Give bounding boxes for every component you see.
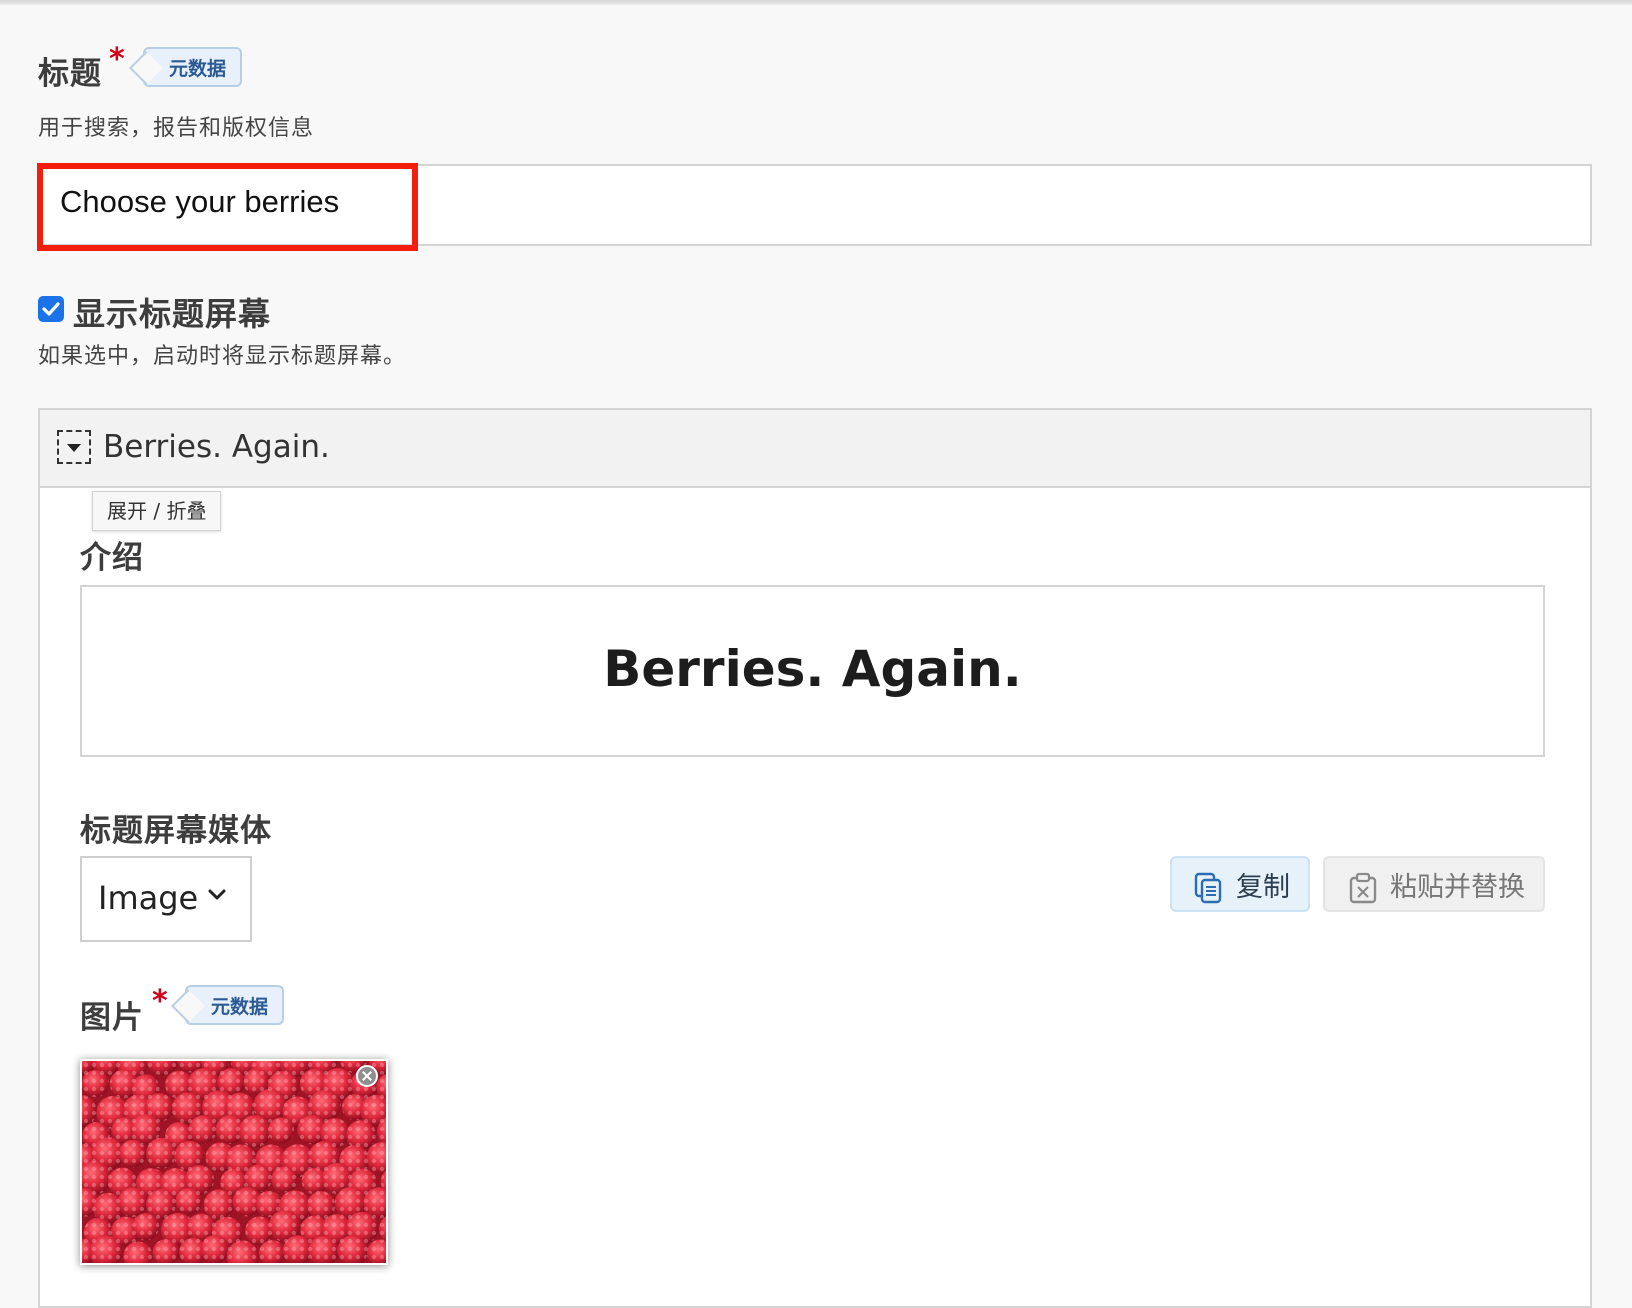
- image-field-label: 图片: [80, 1000, 144, 1036]
- show-title-screen-checkbox[interactable]: [38, 296, 64, 322]
- title-metadata-button[interactable]: 元数据: [143, 47, 243, 87]
- image-metadata-button[interactable]: 元数据: [185, 985, 285, 1025]
- expand-collapse-toggle-icon[interactable]: [57, 430, 91, 464]
- title-required-mark: *: [109, 42, 125, 77]
- highlight-annotation-box: [37, 163, 418, 251]
- intro-content[interactable]: Berries. Again.: [80, 640, 1545, 698]
- raspberries-photo: [82, 1061, 386, 1263]
- raspberries-image-thumbnail[interactable]: [80, 1059, 388, 1265]
- copy-button-label[interactable]: 复制: [1236, 865, 1290, 904]
- panel-header-title[interactable]: Berries. Again.: [103, 429, 330, 465]
- media-type-selected-value[interactable]: Image: [98, 879, 198, 917]
- show-title-screen-description: 如果选中，启动时将显示标题屏幕。: [38, 344, 407, 369]
- chevron-down-icon[interactable]: [207, 888, 227, 902]
- copy-icon: [1194, 872, 1222, 904]
- show-title-screen-label[interactable]: 显示标题屏幕: [73, 289, 271, 335]
- title-field-label: 标题: [38, 56, 102, 92]
- intro-label: 介绍: [80, 540, 144, 576]
- title-field-description: 用于搜索，报告和版权信息: [38, 116, 315, 141]
- remove-image-close-icon[interactable]: [356, 1065, 378, 1087]
- title-screen-media-label: 标题屏幕媒体: [80, 813, 272, 849]
- top-edge-divider: [0, 0, 1632, 5]
- clipboard-replace-icon: [1349, 872, 1377, 904]
- image-required-mark: *: [152, 984, 168, 1019]
- expand-collapse-tooltip: 展开 / 折叠: [92, 491, 222, 531]
- checkmark-icon: [42, 302, 60, 316]
- paste-replace-button-label[interactable]: 粘贴并替换: [1390, 865, 1525, 904]
